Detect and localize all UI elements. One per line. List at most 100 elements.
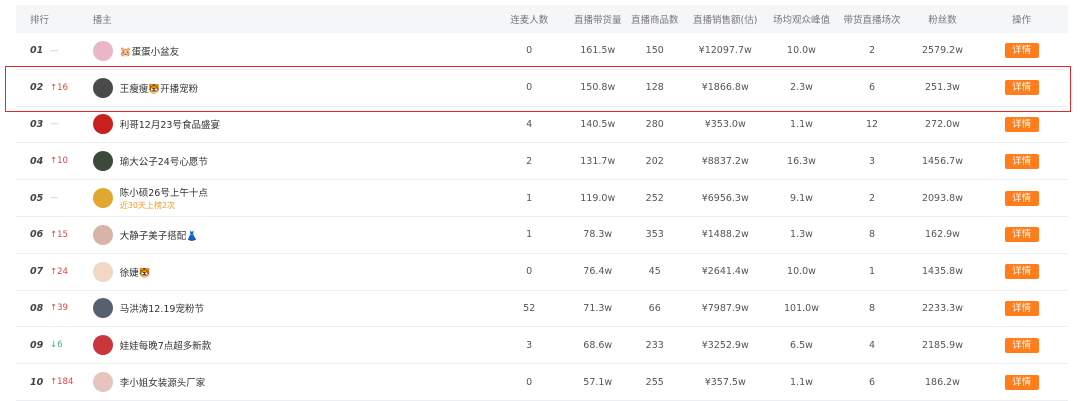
detail-button[interactable]: 详情 bbox=[1004, 190, 1039, 206]
detail-button[interactable]: 详情 bbox=[1004, 337, 1039, 353]
rank-cell: 03 — bbox=[16, 119, 93, 130]
anchor-name[interactable]: 陈小硕26号上午十点 bbox=[120, 185, 208, 199]
action-cell: 详情 bbox=[975, 116, 1068, 132]
avatar[interactable] bbox=[92, 151, 113, 172]
live-revenue: ¥8837.2w bbox=[701, 155, 749, 167]
rank-cell: 05 — bbox=[16, 193, 93, 204]
anchor-name[interactable]: 王瘦瘦🐯开播宠粉 bbox=[120, 81, 198, 95]
table-row[interactable]: 06 ↑15 大静子美子搭配👗 1 78.3w 353 ¥1488.2w 1.3… bbox=[16, 217, 1068, 254]
rank-number: 08 bbox=[30, 302, 44, 314]
live-sales: 68.6w bbox=[583, 339, 613, 351]
action-cell: 详情 bbox=[975, 80, 1068, 96]
avg-peak: 10.0w bbox=[787, 45, 816, 57]
product-count: 255 bbox=[645, 376, 664, 388]
avg-peak: 16.3w bbox=[787, 155, 816, 167]
avatar[interactable] bbox=[92, 335, 113, 356]
product-count: 128 bbox=[645, 82, 664, 94]
live-sales: 119.0w bbox=[580, 192, 616, 204]
table-row[interactable]: 10 ↑184 李小姐女装源头厂家 0 57.1w 255 ¥357.5w 1.… bbox=[16, 364, 1068, 401]
product-count: 45 bbox=[648, 266, 661, 278]
fans: 186.2w bbox=[924, 376, 960, 388]
rank-change: ↑15 bbox=[50, 229, 68, 240]
header-product-count: 直播商品数 bbox=[630, 15, 679, 26]
anchor-cell[interactable]: 徐婕🐯 bbox=[92, 261, 491, 282]
product-count: 252 bbox=[645, 192, 664, 204]
live-sales: 131.7w bbox=[580, 155, 616, 167]
avg-peak: 9.1w bbox=[790, 192, 813, 204]
detail-button[interactable]: 详情 bbox=[1004, 153, 1039, 169]
header-live-revenue: 直播销售额(估) bbox=[693, 15, 758, 26]
anchor-name[interactable]: 大静子美子搭配👗 bbox=[120, 228, 198, 242]
detail-button[interactable]: 详情 bbox=[1004, 116, 1039, 132]
avatar[interactable] bbox=[92, 224, 113, 245]
link-count: 4 bbox=[526, 118, 533, 130]
live-sales: 140.5w bbox=[580, 118, 616, 130]
anchor-cell[interactable]: 大静子美子搭配👗 bbox=[92, 224, 491, 245]
table-row[interactable]: 04 ↑10 瑜大公子24号心愿节 2 131.7w 202 ¥8837.2w … bbox=[16, 143, 1068, 181]
rank-cell: 01 — bbox=[16, 45, 93, 56]
anchor-cell[interactable]: 利哥12月23号食品盛宴 bbox=[92, 114, 491, 135]
live-revenue: ¥357.5w bbox=[704, 376, 746, 388]
avg-peak: 2.3w bbox=[790, 82, 813, 94]
anchor-cell[interactable]: 瑜大公子24号心愿节 bbox=[92, 151, 491, 172]
anchor-cell[interactable]: 🐹蛋蛋小盆友 bbox=[92, 40, 491, 61]
detail-button[interactable]: 详情 bbox=[1004, 43, 1039, 59]
action-cell: 详情 bbox=[975, 190, 1068, 206]
live-sessions: 2 bbox=[868, 45, 875, 57]
anchor-name[interactable]: 马洪涛12.19宠粉节 bbox=[120, 301, 204, 315]
live-sessions: 6 bbox=[868, 376, 875, 388]
action-cell: 详情 bbox=[975, 43, 1068, 59]
anchor-cell[interactable]: 马洪涛12.19宠粉节 bbox=[92, 298, 491, 319]
detail-button[interactable]: 详情 bbox=[1004, 227, 1039, 243]
fans: 2185.9w bbox=[921, 339, 963, 351]
table-row[interactable]: 02 ↑16 王瘦瘦🐯开播宠粉 0 150.8w 128 ¥1866.8w 2.… bbox=[16, 70, 1068, 107]
avatar[interactable] bbox=[92, 77, 113, 98]
anchor-cell[interactable]: 娃娃每晚7点超多新款 bbox=[92, 335, 491, 356]
live-sessions: 12 bbox=[865, 118, 879, 130]
anchor-name[interactable]: 利哥12月23号食品盛宴 bbox=[120, 117, 220, 131]
header-avg-peak: 场均观众峰值 bbox=[772, 15, 830, 26]
anchor-name[interactable]: 瑜大公子24号心愿节 bbox=[120, 154, 208, 168]
table-row[interactable]: 07 ↑24 徐婕🐯 0 76.4w 45 ¥2641.4w 10.0w 1 1… bbox=[16, 254, 1068, 291]
detail-button[interactable]: 详情 bbox=[1004, 300, 1039, 316]
link-count: 52 bbox=[523, 302, 536, 314]
avatar[interactable] bbox=[92, 188, 113, 209]
anchor-cell[interactable]: 陈小硕26号上午十点 近30天上榜2次 bbox=[92, 185, 491, 211]
product-count: 202 bbox=[645, 155, 664, 167]
detail-button[interactable]: 详情 bbox=[1004, 264, 1039, 280]
anchor-name[interactable]: 徐婕🐯 bbox=[120, 265, 151, 279]
anchor-cell[interactable]: 王瘦瘦🐯开播宠粉 bbox=[92, 77, 491, 98]
live-sales: 71.3w bbox=[583, 302, 613, 314]
live-revenue: ¥3252.9w bbox=[701, 339, 749, 351]
table-row[interactable]: 09 ↓6 娃娃每晚7点超多新款 3 68.6w 233 ¥3252.9w 6.… bbox=[16, 327, 1068, 365]
avatar[interactable] bbox=[92, 114, 113, 135]
action-cell: 详情 bbox=[975, 153, 1068, 169]
anchor-name[interactable]: 娃娃每晚7点超多新款 bbox=[120, 338, 212, 352]
table-row[interactable]: 01 — 🐹蛋蛋小盆友 0 161.5w 150 ¥12097.7w 10.0w… bbox=[16, 33, 1068, 70]
detail-button[interactable]: 详情 bbox=[1004, 80, 1039, 96]
anchor-name[interactable]: 李小姐女装源头厂家 bbox=[120, 375, 206, 389]
link-count: 1 bbox=[526, 192, 533, 204]
fans: 251.3w bbox=[924, 82, 960, 94]
anchor-cell[interactable]: 李小姐女装源头厂家 bbox=[92, 372, 491, 393]
link-count: 2 bbox=[526, 155, 533, 167]
rank-change: ↑24 bbox=[50, 266, 68, 277]
rank-cell: 09 ↓6 bbox=[16, 340, 93, 351]
detail-button[interactable]: 详情 bbox=[1004, 374, 1039, 390]
live-revenue: ¥7987.9w bbox=[701, 302, 749, 314]
rank-number: 01 bbox=[30, 45, 44, 57]
table-row[interactable]: 08 ↑39 马洪涛12.19宠粉节 52 71.3w 66 ¥7987.9w … bbox=[16, 291, 1068, 328]
rank-number: 04 bbox=[30, 155, 44, 167]
avatar[interactable] bbox=[92, 372, 113, 393]
table-row[interactable]: 05 — 陈小硕26号上午十点 近30天上榜2次 1 119.0w 252 ¥6… bbox=[16, 180, 1068, 217]
rank-change: ↑16 bbox=[50, 82, 68, 93]
avatar[interactable] bbox=[92, 261, 113, 282]
avatar[interactable] bbox=[92, 298, 113, 319]
rank-change: ↑10 bbox=[50, 156, 68, 167]
avatar[interactable] bbox=[92, 40, 113, 61]
rank-change: — bbox=[50, 119, 59, 130]
rank-number: 05 bbox=[30, 192, 44, 204]
anchor-name[interactable]: 🐹蛋蛋小盆友 bbox=[120, 44, 179, 58]
table-row[interactable]: 03 — 利哥12月23号食品盛宴 4 140.5w 280 ¥353.0w 1… bbox=[16, 107, 1068, 144]
action-cell: 详情 bbox=[975, 227, 1068, 243]
